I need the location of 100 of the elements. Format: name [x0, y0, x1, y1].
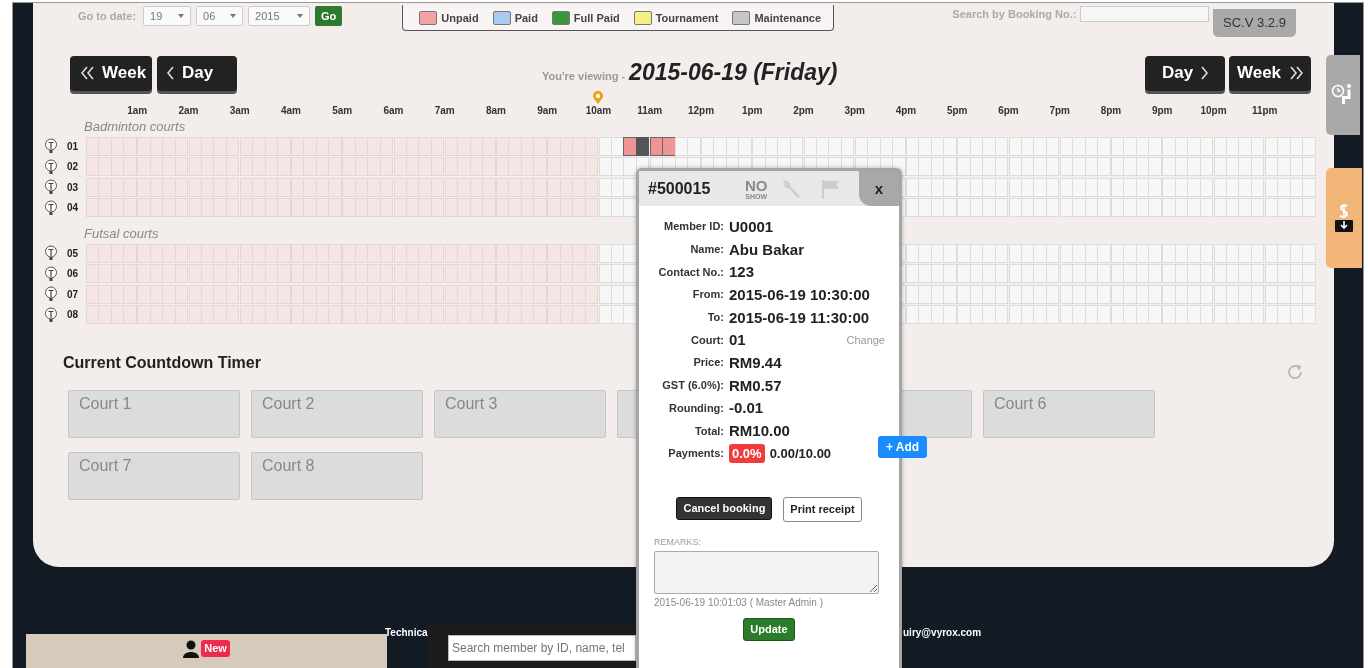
field-value: U0001: [729, 217, 774, 235]
previous-week-button[interactable]: Week: [70, 55, 152, 91]
field-value: -0.01: [729, 399, 764, 417]
court-number: 08: [67, 309, 79, 321]
hour-label: 11am: [637, 105, 663, 116]
member-search-field[interactable]: Search member by ID, name, tel: [448, 635, 636, 661]
field-label: Rounding:: [668, 401, 724, 414]
date-dropdown[interactable]: 2015: [248, 6, 311, 26]
hour-label: 2am: [178, 105, 199, 116]
field-label: Court:: [690, 333, 724, 346]
chevron-icon: [167, 66, 174, 80]
search-label: Search by Booking No.:: [952, 8, 1077, 20]
bulb-icon[interactable]: [44, 179, 58, 196]
hour-label: 1am: [127, 105, 148, 116]
court-number: 03: [67, 181, 79, 193]
double-chevron-icon: [1289, 66, 1304, 80]
field-value: RM9.44: [729, 353, 782, 371]
cancel-booking-button[interactable]: Cancel booking: [676, 496, 773, 520]
field-label: From:: [691, 288, 724, 301]
bulb-icon[interactable]: [44, 199, 58, 216]
hour-label: 7pm: [1049, 105, 1070, 116]
court-timer-label: Court 8: [262, 457, 315, 474]
court-timer-label: Court 7: [79, 457, 132, 474]
field-value: Abu Bakar: [729, 240, 805, 258]
date-dropdown[interactable]: 19: [143, 6, 192, 26]
court-timer-label: Court 2: [262, 395, 315, 412]
new-badge: New: [201, 640, 230, 657]
hour-label: 3pm: [844, 105, 865, 116]
side-tab[interactable]: [1326, 168, 1362, 268]
footer-email: uiry@vyrox.com: [903, 627, 982, 638]
close-button[interactable]: x: [859, 171, 899, 206]
hour-label: 4am: [280, 105, 301, 116]
next-week-button[interactable]: Week: [1229, 55, 1311, 91]
print-receipt-button[interactable]: Print receipt: [783, 496, 862, 522]
previous-day-button[interactable]: Day: [157, 55, 237, 91]
change-link[interactable]: Change: [846, 333, 885, 346]
refresh-icon[interactable]: [1286, 363, 1304, 381]
booked-slot[interactable]: [662, 136, 676, 156]
booked-slot[interactable]: [623, 136, 637, 156]
field-label: Member ID:: [663, 220, 724, 233]
remarks-log: 2015-06-19 10:01:03 ( Master Admin ): [654, 596, 824, 608]
hour-label: 8am: [485, 105, 506, 116]
viewing-label: You're viewing -: [542, 70, 626, 82]
field-value: 2015-06-19 11:30:00: [729, 308, 870, 326]
court-number: 02: [67, 161, 79, 173]
hour-label: 6am: [383, 105, 404, 116]
court-timer-label: Court 1: [79, 395, 132, 412]
hour-label: 12pm: [687, 105, 715, 116]
field-value: RM10.00: [729, 422, 790, 440]
double-chevron-icon: [80, 66, 94, 80]
hour-label: 10pm: [1200, 105, 1227, 116]
bulb-icon[interactable]: [44, 245, 58, 262]
bulb-icon[interactable]: [44, 306, 58, 323]
dollar-download-icon: [1333, 203, 1355, 233]
field-label: GST (6.0%):: [661, 379, 724, 392]
hour-label: 5am: [332, 105, 353, 116]
person-icon: [183, 640, 200, 658]
bulb-icon[interactable]: [44, 265, 58, 282]
court-number: 06: [67, 268, 79, 280]
hour-label: 5pm: [946, 105, 968, 116]
court-number: 05: [67, 247, 79, 259]
new-member-panel[interactable]: New: [26, 634, 387, 668]
bulb-icon[interactable]: [44, 138, 58, 155]
field-label: Payments:: [667, 447, 724, 460]
caret-icon: [178, 14, 185, 18]
next-day-button[interactable]: Day: [1145, 55, 1225, 91]
flag-icon[interactable]: [820, 178, 841, 199]
hour-label: 11pm: [1251, 105, 1278, 116]
court-group-title: Badminton courts: [84, 119, 186, 134]
court-number: 07: [67, 288, 79, 300]
go-button[interactable]: Go: [315, 6, 343, 26]
date-dropdown[interactable]: 06: [196, 6, 244, 26]
booking-number: #500015: [648, 179, 712, 198]
court-timer-label: Court 3: [445, 395, 498, 412]
booking-search-field[interactable]: [1080, 6, 1210, 22]
add-payment-button[interactable]: + Add: [878, 436, 927, 458]
hour-label: 8pm: [1100, 105, 1122, 116]
court-group-title: Futsal courts: [84, 226, 159, 241]
field-value: RM0.57: [729, 376, 782, 394]
chevron-icon: [1201, 66, 1209, 80]
date-label: Go to date:: [78, 10, 137, 22]
field-value: 2015-06-19 10:30:00: [729, 285, 870, 303]
booked-slot[interactable]: [649, 136, 664, 156]
remarks-label: REMARKS:: [654, 536, 702, 547]
hour-label: 1pm: [741, 105, 763, 116]
hour-label: 10am: [585, 105, 612, 116]
court-timer-label: Court 6: [994, 395, 1047, 412]
field-value: 01: [729, 331, 746, 349]
bulb-icon[interactable]: [44, 158, 58, 175]
legend-label: Paid: [514, 11, 538, 24]
bulb-icon[interactable]: [44, 286, 58, 303]
court-number: 01: [67, 140, 79, 152]
update-button[interactable]: Update: [743, 617, 795, 641]
countdown-title: Current Countdown Timer: [63, 354, 261, 372]
field-label: Name:: [689, 243, 724, 256]
hour-label: 2pm: [793, 105, 814, 116]
hour-label: 9am: [537, 105, 558, 116]
field-label: Price:: [692, 356, 724, 369]
field-value: 123: [729, 263, 755, 281]
remarks-field[interactable]: [654, 550, 879, 594]
